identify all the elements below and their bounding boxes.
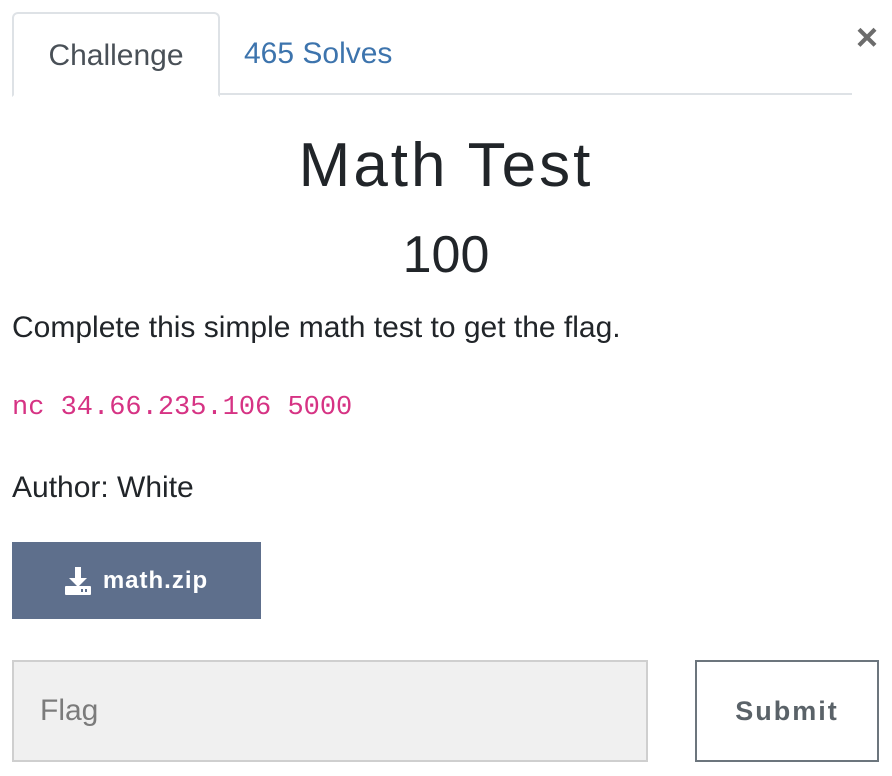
- submit-button[interactable]: Submit: [695, 660, 879, 762]
- challenge-title: Math Test: [298, 131, 594, 200]
- challenge-points: 100: [402, 226, 490, 284]
- download-file-label: math.zip: [102, 566, 209, 594]
- download-file-button[interactable]: math.zip: [12, 542, 261, 619]
- connection-command: nc 34.66.235.106 5000: [12, 393, 353, 423]
- flag-input[interactable]: [12, 660, 648, 762]
- tab-challenge[interactable]: Challenge: [12, 12, 220, 97]
- download-icon: [64, 566, 91, 595]
- challenge-modal: Challenge 465 Solves × Math Test 100 Com…: [0, 0, 892, 776]
- tab-solves[interactable]: 465 Solves: [244, 12, 414, 95]
- challenge-description: Complete this simple math test to get th…: [12, 311, 621, 344]
- tab-bar: Challenge 465 Solves: [12, 12, 852, 97]
- challenge-author: Author: White: [12, 471, 194, 504]
- close-icon[interactable]: ×: [850, 19, 884, 57]
